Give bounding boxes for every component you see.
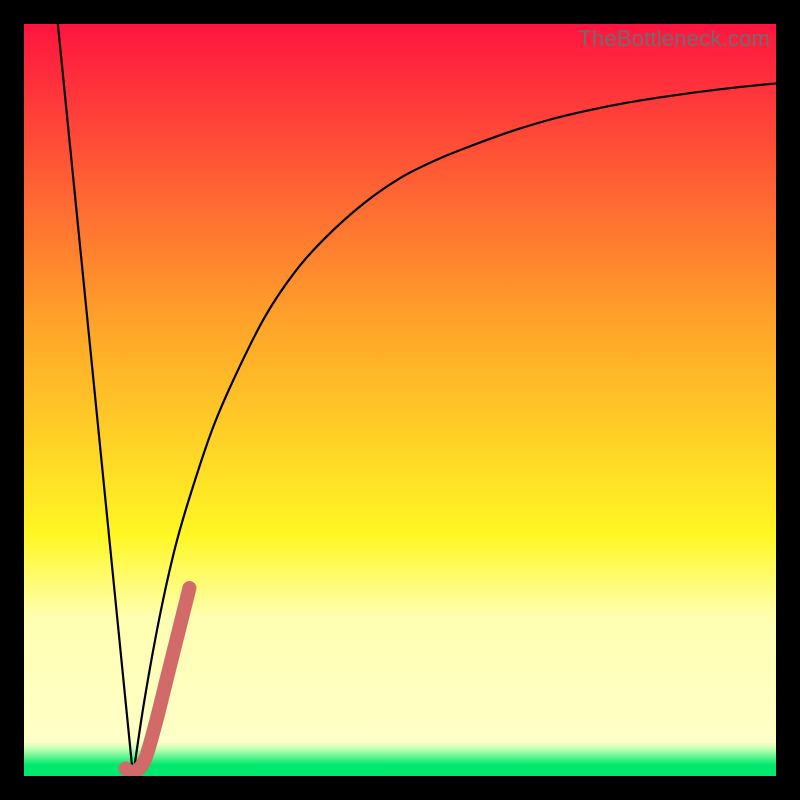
- plot-area: TheBottleneck.com: [24, 24, 776, 776]
- right-curve: [133, 83, 776, 776]
- marker-j: [126, 588, 190, 772]
- outer-frame: TheBottleneck.com: [0, 0, 800, 800]
- left-segment: [58, 24, 133, 776]
- curve-layer: [24, 24, 776, 776]
